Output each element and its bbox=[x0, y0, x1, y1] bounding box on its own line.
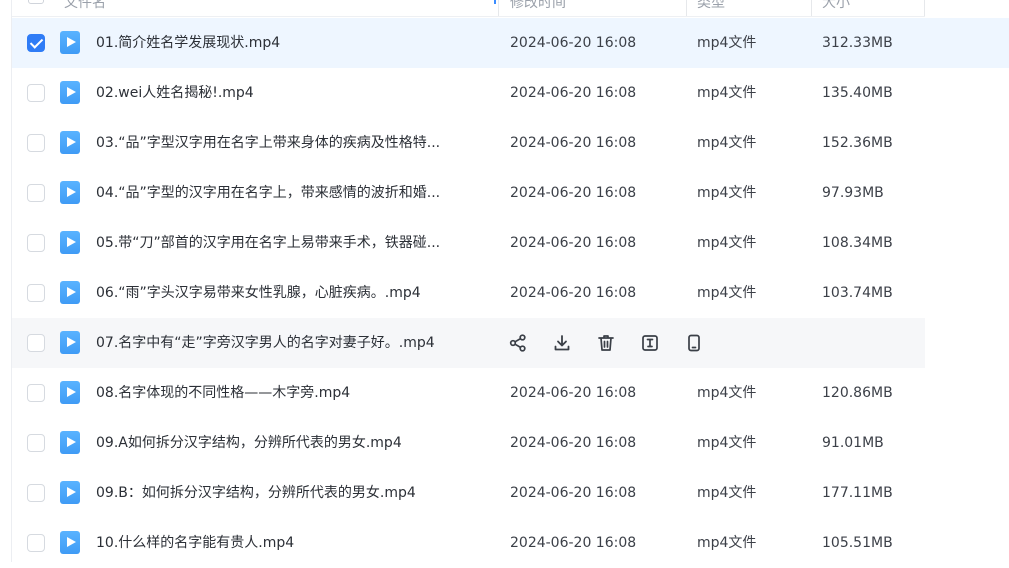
file-type: mp4文件 bbox=[697, 85, 757, 101]
column-divider[interactable] bbox=[924, 0, 925, 16]
file-name[interactable]: 06.“雨”字头汉字易带来女性乳腺，心脏疾病。.mp4 bbox=[96, 268, 421, 318]
file-name[interactable]: 05.带“刀”部首的汉字用在名字上易带来手术，铁器碰... bbox=[96, 218, 440, 268]
file-row[interactable]: 09.B：如何拆分汉字结构，分辨所代表的男女.mp4 2024-06-20 16:… bbox=[12, 468, 925, 518]
row-checkbox[interactable] bbox=[27, 184, 45, 202]
rename-icon[interactable] bbox=[640, 333, 660, 353]
video-file-icon bbox=[60, 431, 80, 454]
file-row[interactable]: 05.带“刀”部首的汉字用在名字上易带来手术，铁器碰... 2024-06-20 … bbox=[12, 218, 925, 268]
video-file-icon bbox=[60, 531, 80, 554]
row-checkbox[interactable] bbox=[27, 234, 45, 252]
file-type: mp4文件 bbox=[697, 385, 757, 401]
file-modified-time: 2024-06-20 16:08 bbox=[510, 285, 637, 301]
file-size: 103.74MB bbox=[822, 285, 893, 301]
row-checkbox[interactable] bbox=[27, 384, 45, 402]
video-file-icon bbox=[60, 481, 80, 504]
file-row[interactable]: 10.什么样的名字能有贵人.mp4 2024-06-20 16:08 mp4文件 10… bbox=[12, 518, 925, 568]
column-divider[interactable] bbox=[498, 0, 499, 16]
row-checkbox[interactable] bbox=[27, 84, 45, 102]
row-checkbox[interactable] bbox=[27, 534, 45, 552]
row-checkbox[interactable] bbox=[27, 34, 45, 52]
file-name[interactable]: 08.名字体现的不同性格——木字旁.mp4 bbox=[96, 368, 350, 418]
row-checkbox[interactable] bbox=[27, 484, 45, 502]
file-size: 135.40MB bbox=[822, 85, 893, 101]
file-type: mp4文件 bbox=[697, 535, 757, 551]
file-size: 97.93MB bbox=[822, 185, 884, 201]
file-modified-time: 2024-06-20 16:08 bbox=[510, 435, 637, 451]
file-size: 108.34MB bbox=[822, 235, 893, 251]
column-name-header[interactable]: 文件名 bbox=[64, 0, 106, 12]
select-all-checkbox[interactable] bbox=[28, 0, 44, 4]
file-modified-time: 2024-06-20 16:08 bbox=[510, 235, 637, 251]
file-row[interactable]: 01.简介姓名学发展现状.mp4 2024-06-20 16:08 mp4文件 312… bbox=[12, 18, 1009, 68]
file-name[interactable]: 09.A如何拆分汉字结构，分辨所代表的男女.mp4 bbox=[96, 418, 402, 468]
file-size: 312.33MB bbox=[822, 35, 893, 51]
video-file-icon bbox=[60, 31, 80, 54]
file-row[interactable]: 08.名字体现的不同性格——木字旁.mp4 2024-06-20 16:08 mp4… bbox=[12, 368, 925, 418]
file-size: 177.11MB bbox=[822, 485, 893, 501]
file-name[interactable]: 09.B：如何拆分汉字结构，分辨所代表的男女.mp4 bbox=[96, 468, 416, 518]
column-divider[interactable] bbox=[811, 0, 812, 16]
file-type: mp4文件 bbox=[697, 485, 757, 501]
file-row[interactable]: 03.“品”字型汉字用在名字上带来身体的疾病及性格特... 2024-06-20 … bbox=[12, 118, 925, 168]
file-type: mp4文件 bbox=[697, 435, 757, 451]
file-name[interactable]: 04.“品”字型的汉字用在名字上，带来感情的波折和婚... bbox=[96, 168, 440, 218]
file-size: 105.51MB bbox=[822, 535, 893, 551]
file-modified-time: 2024-06-20 16:08 bbox=[510, 385, 637, 401]
file-modified-time: 2024-06-20 16:08 bbox=[510, 485, 637, 501]
video-file-icon bbox=[60, 81, 80, 104]
file-modified-time: 2024-06-20 16:08 bbox=[510, 185, 637, 201]
file-name[interactable]: 01.简介姓名学发展现状.mp4 bbox=[96, 18, 280, 68]
file-row[interactable]: 06.“雨”字头汉字易带来女性乳腺，心脏疾病。.mp4 2024-06-20 16… bbox=[12, 268, 925, 318]
file-modified-time: 2024-06-20 16:08 bbox=[510, 35, 637, 51]
file-modified-time: 2024-06-20 16:08 bbox=[510, 85, 637, 101]
file-modified-time: 2024-06-20 16:08 bbox=[510, 535, 637, 551]
file-row[interactable]: 02.wei人姓名揭秘!.mp4 2024-06-20 16:08 mp4文件 135… bbox=[12, 68, 925, 118]
file-row[interactable]: 04.“品”字型的汉字用在名字上，带来感情的波折和婚... 2024-06-20 … bbox=[12, 168, 925, 218]
file-size: 91.01MB bbox=[822, 435, 884, 451]
file-modified-time: 2024-06-20 16:08 bbox=[510, 135, 637, 151]
video-file-icon bbox=[60, 181, 80, 204]
share-icon[interactable] bbox=[508, 333, 528, 353]
column-modified-header[interactable]: 修改时间 bbox=[510, 0, 566, 12]
file-row[interactable]: 07.名字中有“走”字旁汉字男人的名字对妻子好。.mp4 bbox=[12, 318, 925, 368]
file-name[interactable]: 10.什么样的名字能有贵人.mp4 bbox=[96, 518, 294, 568]
file-list-header: 文件名 修改时间 类型 大小 bbox=[12, 0, 925, 17]
file-type: mp4文件 bbox=[697, 285, 757, 301]
video-file-icon bbox=[60, 131, 80, 154]
video-file-icon bbox=[60, 281, 80, 304]
file-type: mp4文件 bbox=[697, 185, 757, 201]
row-checkbox[interactable] bbox=[27, 284, 45, 302]
file-name[interactable]: 02.wei人姓名揭秘!.mp4 bbox=[96, 68, 254, 118]
file-size: 120.86MB bbox=[822, 385, 893, 401]
download-icon[interactable] bbox=[552, 333, 572, 353]
row-checkbox[interactable] bbox=[27, 134, 45, 152]
file-type: mp4文件 bbox=[697, 235, 757, 251]
delete-icon[interactable] bbox=[596, 333, 616, 353]
row-checkbox[interactable] bbox=[27, 434, 45, 452]
video-file-icon bbox=[60, 231, 80, 254]
video-file-icon bbox=[60, 331, 80, 354]
file-size: 152.36MB bbox=[822, 135, 893, 151]
video-file-icon bbox=[60, 381, 80, 404]
phone-icon[interactable] bbox=[684, 333, 704, 353]
file-type: mp4文件 bbox=[697, 135, 757, 151]
file-type: mp4文件 bbox=[697, 35, 757, 51]
file-row[interactable]: 09.A如何拆分汉字结构，分辨所代表的男女.mp4 2024-06-20 16:0… bbox=[12, 418, 925, 468]
column-type-header[interactable]: 类型 bbox=[697, 0, 725, 12]
sort-arrow-icon bbox=[494, 0, 496, 4]
column-size-header[interactable]: 大小 bbox=[822, 0, 850, 12]
file-name[interactable]: 07.名字中有“走”字旁汉字男人的名字对妻子好。.mp4 bbox=[96, 318, 435, 368]
file-name[interactable]: 03.“品”字型汉字用在名字上带来身体的疾病及性格特... bbox=[96, 118, 440, 168]
row-checkbox[interactable] bbox=[27, 334, 45, 352]
column-divider[interactable] bbox=[686, 0, 687, 16]
